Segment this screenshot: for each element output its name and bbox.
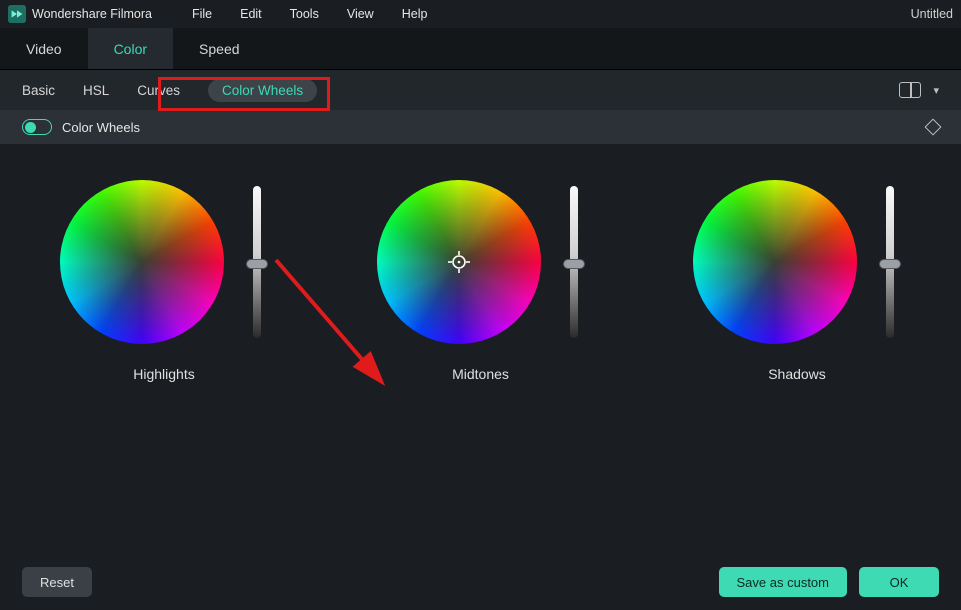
ok-button[interactable]: OK <box>859 567 939 597</box>
menu-tools[interactable]: Tools <box>290 7 319 21</box>
save-as-custom-button[interactable]: Save as custom <box>719 567 848 597</box>
shadows-block: Shadows <box>693 180 901 554</box>
app-logo <box>8 5 26 23</box>
tab-video[interactable]: Video <box>0 28 88 69</box>
midtones-label: Midtones <box>452 366 509 382</box>
subtab-color-wheels[interactable]: Color Wheels <box>208 79 317 102</box>
menubar: Wondershare Filmora File Edit Tools View… <box>0 0 961 28</box>
shadows-wheel[interactable] <box>693 180 857 344</box>
highlights-block: Highlights <box>60 180 268 554</box>
midtones-block: Midtones <box>377 180 585 554</box>
tab-color[interactable]: Color <box>88 28 173 69</box>
color-wheels-canvas: Highlights Midtones Sha <box>0 144 961 554</box>
primary-tabs: Video Color Speed <box>0 28 961 70</box>
menu-view[interactable]: View <box>347 7 374 21</box>
highlights-wheel[interactable] <box>60 180 224 344</box>
menu-edit[interactable]: Edit <box>240 7 262 21</box>
menu-file[interactable]: File <box>192 7 212 21</box>
reset-button[interactable]: Reset <box>22 567 92 597</box>
compare-view-icon[interactable] <box>899 82 921 98</box>
midtones-slider[interactable] <box>563 186 585 338</box>
menu-help[interactable]: Help <box>402 7 428 21</box>
highlights-slider[interactable] <box>246 186 268 338</box>
sub-tab-row: Basic HSL Curves Color Wheels ▾ <box>0 70 961 110</box>
section-label: Color Wheels <box>62 120 140 135</box>
reset-section-icon[interactable] <box>925 119 942 136</box>
subtab-curves[interactable]: Curves <box>137 83 180 98</box>
section-header: Color Wheels <box>0 110 961 144</box>
crosshair-icon <box>448 251 470 273</box>
shadows-slider[interactable] <box>879 186 901 338</box>
subtab-basic[interactable]: Basic <box>22 83 55 98</box>
color-wheels-toggle[interactable] <box>22 119 52 135</box>
midtones-wheel[interactable] <box>377 180 541 344</box>
chevron-down-icon[interactable]: ▾ <box>933 84 939 97</box>
document-title: Untitled <box>911 7 953 21</box>
shadows-label: Shadows <box>768 366 826 382</box>
subtab-hsl[interactable]: HSL <box>83 83 109 98</box>
app-name: Wondershare Filmora <box>32 7 152 21</box>
footer: Reset Save as custom OK <box>0 554 961 610</box>
tab-speed[interactable]: Speed <box>173 28 265 69</box>
highlights-label: Highlights <box>133 366 194 382</box>
